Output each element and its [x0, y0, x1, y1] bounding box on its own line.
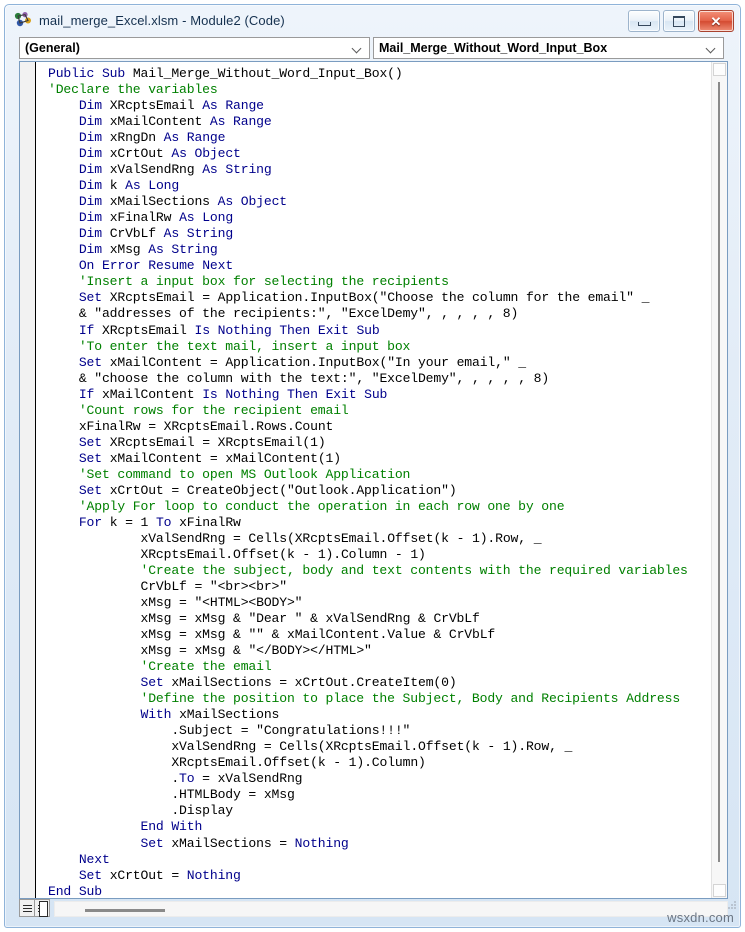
watermark: wsxdn.com [667, 910, 734, 925]
scroll-down-button[interactable] [713, 884, 726, 897]
scroll-up-button[interactable] [713, 63, 726, 76]
title-bar: mail_merge_Excel.xlsm - Module2 (Code) ✕ [5, 5, 740, 35]
close-icon: ✕ [710, 13, 722, 29]
vbe-code-window: mail_merge_Excel.xlsm - Module2 (Code) ✕… [4, 4, 741, 928]
object-combo[interactable]: (General) [19, 37, 370, 59]
procedure-combo[interactable]: Mail_Merge_Without_Word_Input_Box [373, 37, 724, 59]
procedure-combo-value: Mail_Merge_Without_Word_Input_Box [379, 41, 608, 55]
horizontal-scrollbar[interactable] [54, 901, 728, 917]
object-combo-value: (General) [25, 41, 80, 55]
code-text[interactable]: Public Sub Mail_Merge_Without_Word_Input… [37, 62, 710, 898]
page-icon [39, 901, 48, 917]
minimize-button[interactable] [628, 10, 660, 32]
chevron-down-icon[interactable] [349, 38, 365, 58]
maximize-button[interactable] [663, 10, 695, 32]
vertical-scrollbar[interactable] [711, 62, 727, 898]
vertical-scroll-thumb[interactable] [718, 82, 720, 862]
view-buttons [19, 899, 50, 917]
code-editor[interactable]: Public Sub Mail_Merge_Without_Word_Input… [37, 62, 710, 898]
window-title: mail_merge_Excel.xlsm - Module2 (Code) [39, 12, 285, 28]
margin-indicator-bar[interactable] [20, 62, 36, 898]
minimize-icon [637, 21, 651, 26]
window-controls: ✕ [628, 10, 734, 32]
procedure-view-icon [22, 904, 32, 913]
code-pane: Public Sub Mail_Merge_Without_Word_Input… [19, 61, 728, 899]
full-module-view-button[interactable] [34, 899, 50, 917]
resize-grip[interactable] [727, 900, 736, 909]
bottom-bar [19, 899, 728, 919]
procedure-view-button[interactable] [19, 899, 35, 917]
chevron-down-icon[interactable] [703, 38, 719, 58]
close-button[interactable]: ✕ [698, 10, 734, 32]
maximize-icon [673, 15, 685, 27]
editor-combo-bar: (General) Mail_Merge_Without_Word_Input_… [5, 35, 740, 61]
horizontal-scroll-thumb[interactable] [85, 909, 165, 912]
vba-module-icon [13, 11, 33, 29]
